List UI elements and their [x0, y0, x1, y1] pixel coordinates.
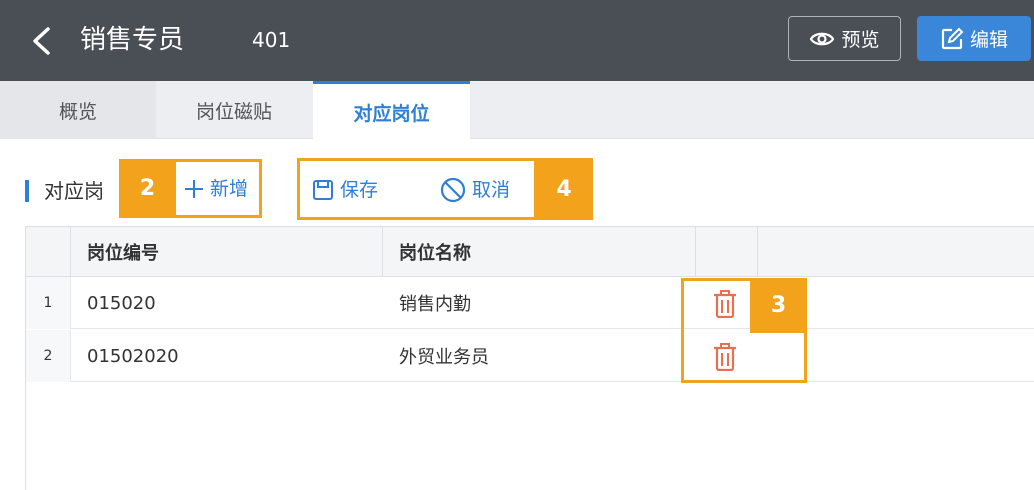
position-code: 401	[252, 28, 291, 52]
add-button[interactable]: 新增	[184, 175, 248, 203]
header-position-code: 岗位编号	[71, 227, 383, 277]
section-title: 对应岗	[44, 179, 104, 203]
annotation-badge-3: 3	[750, 278, 807, 333]
positions-table: 岗位编号 岗位名称 1 015020 销售内勤 2 01502020 外贸业务员	[25, 226, 1034, 490]
tab-bar: 概览 岗位磁贴 对应岗位	[0, 81, 1034, 140]
position-name-cell: 外贸业务员	[399, 347, 489, 368]
back-arrow-icon[interactable]	[30, 26, 52, 56]
tab-related-positions[interactable]: 对应岗位	[313, 81, 470, 140]
position-code-cell: 015020	[87, 292, 156, 314]
cancel-button-label: 取消	[472, 179, 511, 201]
section-accent-bar	[25, 180, 29, 202]
eye-icon	[810, 32, 835, 45]
header-actions	[696, 227, 758, 277]
cancel-icon	[440, 177, 466, 203]
table-row: 1 015020 销售内勤	[26, 277, 1034, 329]
plus-icon	[185, 180, 203, 198]
edit-button[interactable]: 编辑	[917, 16, 1031, 61]
header-index-cell	[26, 227, 71, 277]
page-title: 销售专员	[80, 25, 185, 55]
save-button-label: 保存	[340, 179, 379, 201]
position-name-cell: 销售内勤	[399, 294, 471, 315]
annotation-badge-4: 4	[535, 158, 593, 220]
row-index: 1	[26, 277, 71, 329]
tab-position-tiles[interactable]: 岗位磁贴	[156, 81, 312, 139]
edit-icon	[941, 27, 964, 49]
preview-button-label: 预览	[841, 29, 880, 51]
table-header: 岗位编号 岗位名称	[26, 227, 1034, 277]
save-button[interactable]: 保存	[312, 176, 378, 204]
add-button-label: 新增	[210, 178, 249, 200]
annotation-badge-2: 2	[119, 159, 176, 218]
position-code-cell: 01502020	[87, 345, 179, 367]
tab-overview[interactable]: 概览	[0, 81, 156, 139]
save-icon	[313, 180, 333, 200]
page-header: 销售专员 401 预览 编辑	[0, 0, 1034, 81]
cancel-button[interactable]: 取消	[440, 176, 510, 204]
edit-button-label: 编辑	[969, 29, 1008, 51]
preview-button[interactable]: 预览	[788, 16, 901, 61]
row-index: 2	[26, 330, 71, 382]
header-position-name: 岗位名称	[383, 227, 696, 277]
table-row: 2 01502020 外贸业务员	[26, 330, 1034, 382]
